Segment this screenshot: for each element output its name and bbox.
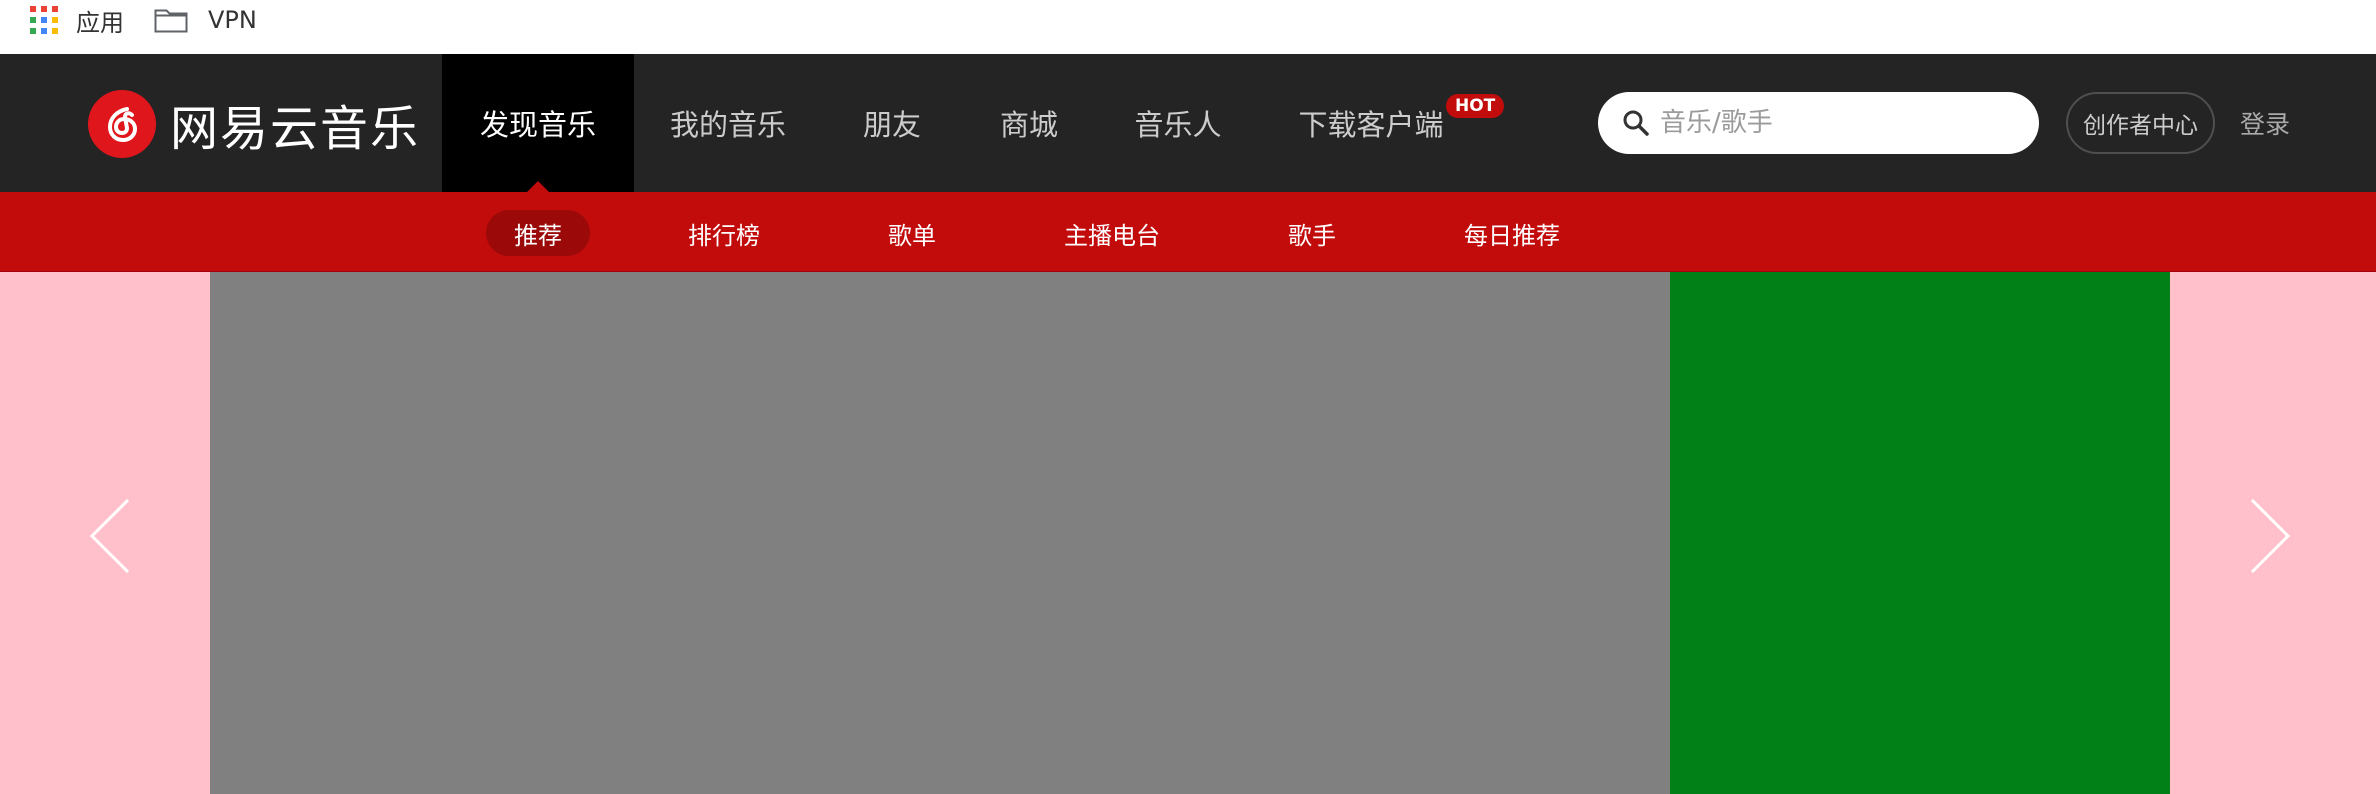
creator-center-button[interactable]: 创作者中心 (2066, 92, 2215, 154)
subnav-recommend[interactable]: 推荐 (486, 210, 590, 256)
banner-carousel (0, 272, 2376, 794)
subnav-label: 每日推荐 (1464, 221, 1560, 250)
subnav-playlists[interactable]: 歌单 (862, 210, 962, 256)
bookmark-apps-label: 应用 (76, 8, 124, 37)
apps-grid-icon (30, 6, 58, 34)
nav-my-music[interactable]: 我的音乐 (634, 54, 822, 192)
nav-musician[interactable]: 音乐人 (1096, 54, 1260, 192)
banner-image[interactable] (210, 272, 1670, 794)
bookmarks-bar: 应用 VPN (0, 0, 2376, 54)
subnav-label: 主播电台 (1064, 221, 1160, 250)
subnav-radio[interactable]: 主播电台 (1046, 210, 1178, 256)
search-input[interactable] (1660, 108, 2020, 138)
subnav-label: 排行榜 (688, 221, 760, 250)
search-icon (1623, 110, 1649, 136)
folder-icon (154, 9, 188, 33)
nav-label: 发现音乐 (479, 108, 596, 142)
subnav-charts[interactable]: 排行榜 (672, 210, 776, 256)
subnav-daily-recommend[interactable]: 每日推荐 (1448, 210, 1576, 256)
nav-label: 音乐人 (1134, 108, 1222, 142)
subnav-label: 歌手 (1288, 221, 1336, 250)
nav-discover-music[interactable]: 发现音乐 (442, 54, 634, 192)
login-link[interactable]: 登录 (2240, 92, 2290, 154)
nav-label: 朋友 (862, 108, 921, 142)
nav-store[interactable]: 商城 (962, 54, 1096, 192)
hot-badge: HOT (1446, 94, 1505, 118)
subnav-label: 推荐 (514, 221, 562, 250)
bookmark-apps[interactable]: 应用 (30, 0, 124, 40)
download-panel[interactable] (1670, 272, 2170, 794)
bookmark-vpn[interactable]: VPN (154, 0, 257, 40)
bookmark-vpn-label: VPN (208, 6, 257, 34)
creator-center-label: 创作者中心 (2083, 113, 2198, 139)
carousel-prev-icon[interactable] (86, 496, 136, 576)
subnav-label: 歌单 (888, 221, 936, 250)
carousel-next-icon[interactable] (2244, 496, 2294, 576)
netease-music-logo-icon (88, 90, 156, 158)
nav-friends[interactable]: 朋友 (822, 54, 962, 192)
nav-label: 我的音乐 (669, 108, 786, 142)
sub-navigation: 推荐 排行榜 歌单 主播电台 歌手 每日推荐 (0, 192, 2376, 272)
nav-label: 下载客户端 (1298, 108, 1444, 142)
logo-text: 网易云音乐 (170, 101, 421, 157)
subnav-artists[interactable]: 歌手 (1262, 210, 1362, 256)
top-navigation: 网易云音乐 发现音乐 我的音乐 朋友 商城 音乐人 下载客户端 HOT 创作者中… (0, 54, 2376, 192)
nav-download-client[interactable]: 下载客户端 (1260, 54, 1482, 192)
login-label: 登录 (2240, 110, 2291, 139)
nav-label: 商城 (999, 108, 1058, 142)
site-logo[interactable]: 网易云音乐 (88, 90, 420, 158)
search-box[interactable] (1598, 92, 2039, 154)
